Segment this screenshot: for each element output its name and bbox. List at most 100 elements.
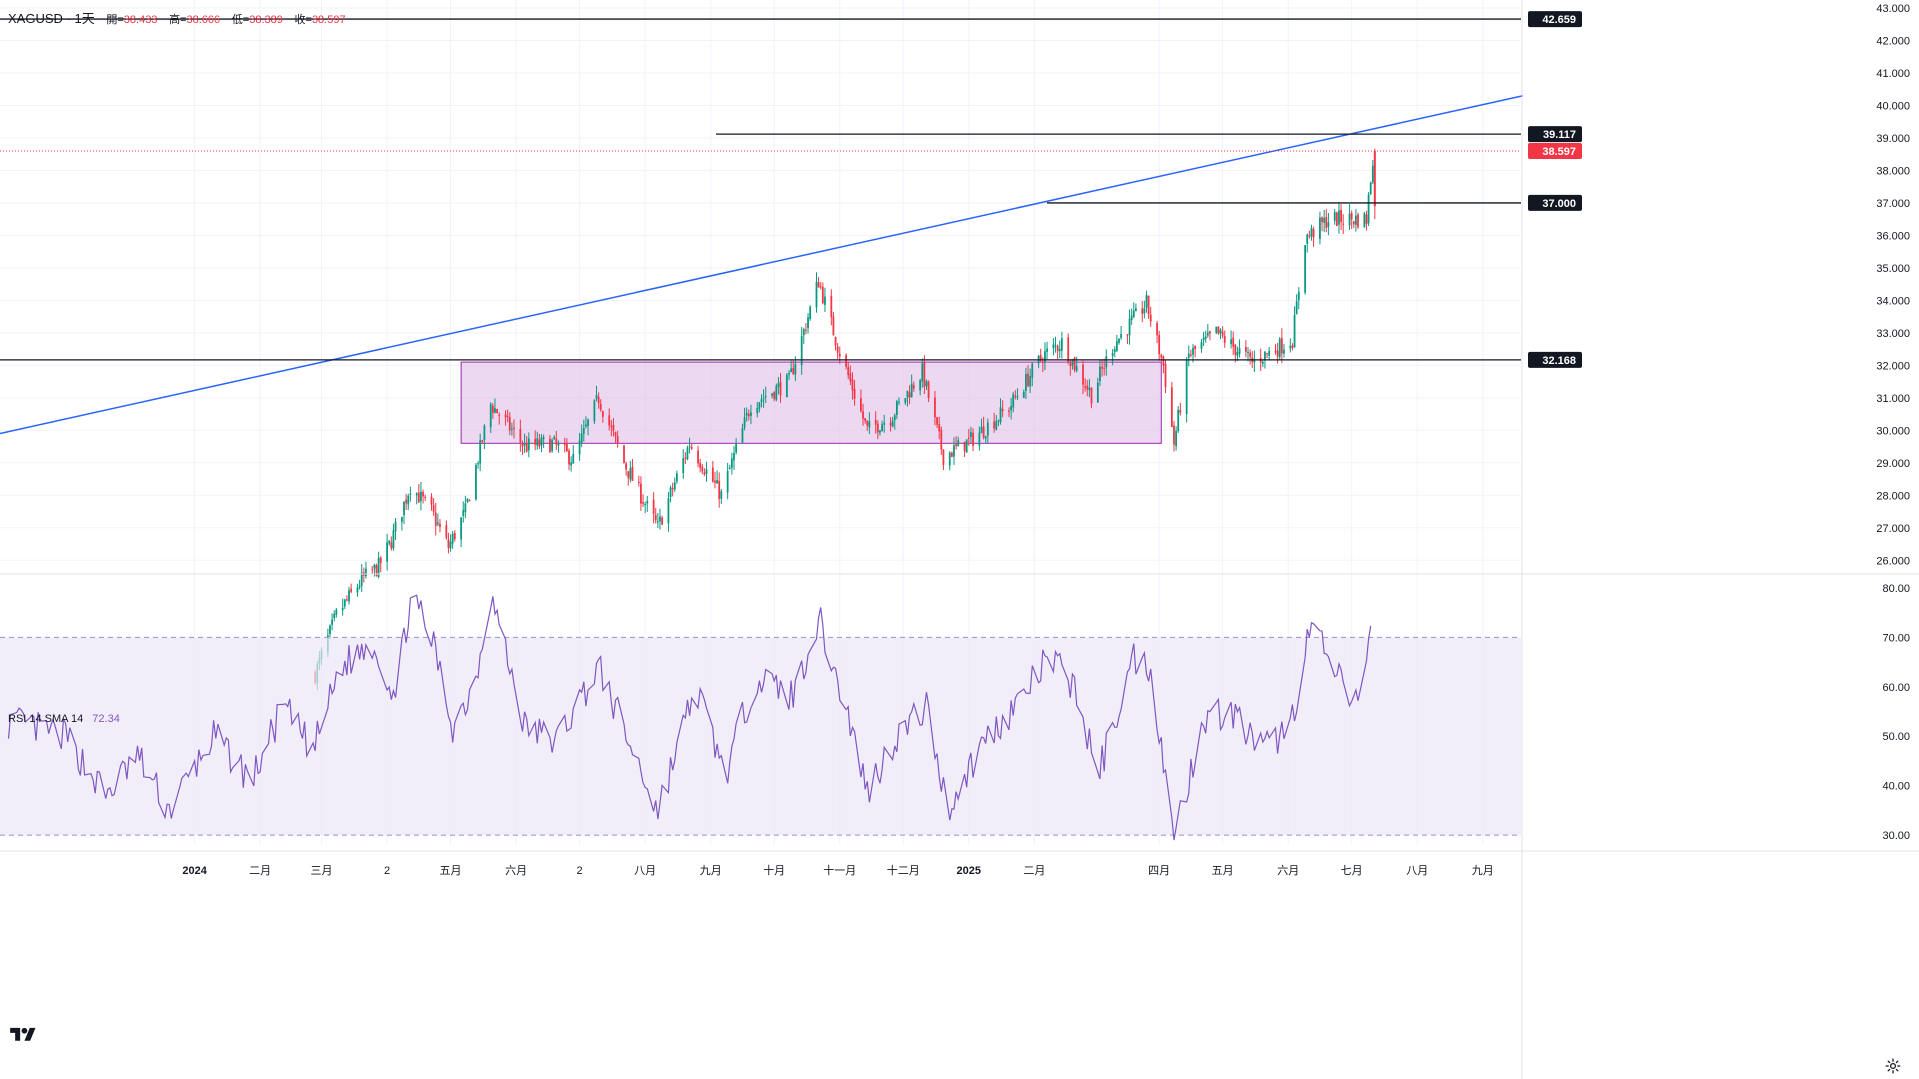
candle-body <box>451 533 454 544</box>
candle-body <box>623 445 625 463</box>
candle-body <box>800 336 803 366</box>
candle-body <box>1101 366 1103 369</box>
time-tick-label: 2 <box>384 865 390 877</box>
candle-body <box>1058 349 1061 352</box>
candle-body <box>735 443 738 453</box>
close-value: 38.597 <box>311 14 346 26</box>
candle-body <box>445 525 448 538</box>
candle-body <box>912 385 915 389</box>
rsi-header[interactable]: RSI 14 SMA 14 72.34 <box>8 713 120 725</box>
candle-body <box>997 420 1000 422</box>
time-tick-label: 2025 <box>957 865 981 877</box>
candle-body <box>853 388 856 399</box>
symbol-name[interactable]: XAGUSD <box>8 11 63 26</box>
candle-body <box>1192 347 1194 355</box>
candle-body <box>866 420 869 426</box>
candle-body <box>593 399 596 422</box>
candle-body <box>978 432 981 446</box>
candle-body <box>805 329 807 331</box>
candle-body <box>730 458 733 468</box>
candle-body <box>616 436 619 444</box>
candle-body <box>519 428 522 443</box>
candle-body <box>942 449 945 465</box>
candle-body <box>1232 337 1235 347</box>
low-value: 38.389 <box>249 14 283 26</box>
chart-window[interactable]: 26.000 27.000 28.000 29.000 30.000 31.000 32.0… <box>0 0 1919 1079</box>
range-box[interactable] <box>460 361 1162 444</box>
candle-body <box>718 480 721 499</box>
interval-label[interactable]: 1天 <box>74 11 94 26</box>
candle-body <box>1170 387 1173 428</box>
candle-body <box>1291 345 1294 348</box>
candle-body <box>464 503 467 513</box>
candle-body <box>1249 352 1252 357</box>
candle-body <box>625 463 628 470</box>
candle-body <box>881 424 883 432</box>
tradingview-logo-icon[interactable] <box>10 1025 36 1045</box>
candle-body <box>824 296 826 305</box>
candle-body <box>1141 308 1144 314</box>
candle-body <box>430 496 433 505</box>
candle-body <box>889 422 892 426</box>
candle-body <box>1010 405 1013 411</box>
candle-body <box>392 530 395 549</box>
candle-body <box>972 432 974 446</box>
candle-body <box>1115 341 1118 352</box>
candle-body <box>701 466 704 472</box>
candle-body <box>1067 337 1070 363</box>
candle-body <box>1103 367 1106 369</box>
candle-body <box>341 607 344 611</box>
candle-body <box>1234 344 1237 355</box>
candle-body <box>1060 338 1063 351</box>
candle-body <box>809 306 812 320</box>
candle-body <box>379 557 382 564</box>
price-tick-label: 43.000 <box>1876 3 1910 15</box>
candle-body <box>838 353 841 357</box>
candle-body <box>965 439 968 453</box>
candle-body <box>1126 334 1129 336</box>
candle-body <box>792 367 795 375</box>
level-label: 32.168 <box>1542 355 1576 367</box>
candle-body <box>1219 329 1222 334</box>
candle-body <box>534 438 537 445</box>
candle-body <box>1027 373 1029 387</box>
price-tick-label: 28.000 <box>1876 490 1910 502</box>
rsi-tick-label: 60.00 <box>1882 682 1910 694</box>
candle-body <box>1113 349 1116 353</box>
candle-body <box>1149 314 1152 322</box>
candle-body <box>527 438 530 451</box>
candle-body <box>538 439 541 447</box>
candle-body <box>1022 391 1025 398</box>
candle-body <box>703 472 706 475</box>
candle-body <box>555 438 558 445</box>
candle-body <box>726 470 729 493</box>
candle-body <box>1221 331 1224 336</box>
candle-body <box>346 599 348 601</box>
candle-body <box>999 407 1002 423</box>
settings-gear-icon[interactable] <box>1885 1058 1901 1074</box>
candle-body <box>1371 165 1374 183</box>
candle-body <box>762 397 765 399</box>
candle-body <box>1206 332 1209 336</box>
candle-body <box>424 496 427 498</box>
candle-body <box>1308 235 1311 237</box>
high-label: 高= <box>169 14 187 26</box>
candle-body <box>612 424 615 431</box>
candle-body <box>1173 425 1175 445</box>
candle-body <box>654 514 657 521</box>
candle-body <box>504 414 507 418</box>
candle-body <box>587 419 589 426</box>
candle-body <box>570 462 573 466</box>
candle-body <box>893 415 896 421</box>
candle-body <box>775 386 778 400</box>
candle-body <box>743 417 746 428</box>
candle-body <box>483 425 486 441</box>
time-tick-label: 五月 <box>1212 865 1234 877</box>
price-chart[interactable]: 26.000 27.000 28.000 29.000 30.000 31.000 32.0… <box>0 0 1919 1079</box>
candle-body <box>777 383 780 387</box>
level-label: 42.659 <box>1542 14 1576 26</box>
candle-body <box>489 404 492 428</box>
candle-body <box>1135 308 1137 312</box>
candle-body <box>1075 366 1078 371</box>
candle-body <box>553 436 556 440</box>
